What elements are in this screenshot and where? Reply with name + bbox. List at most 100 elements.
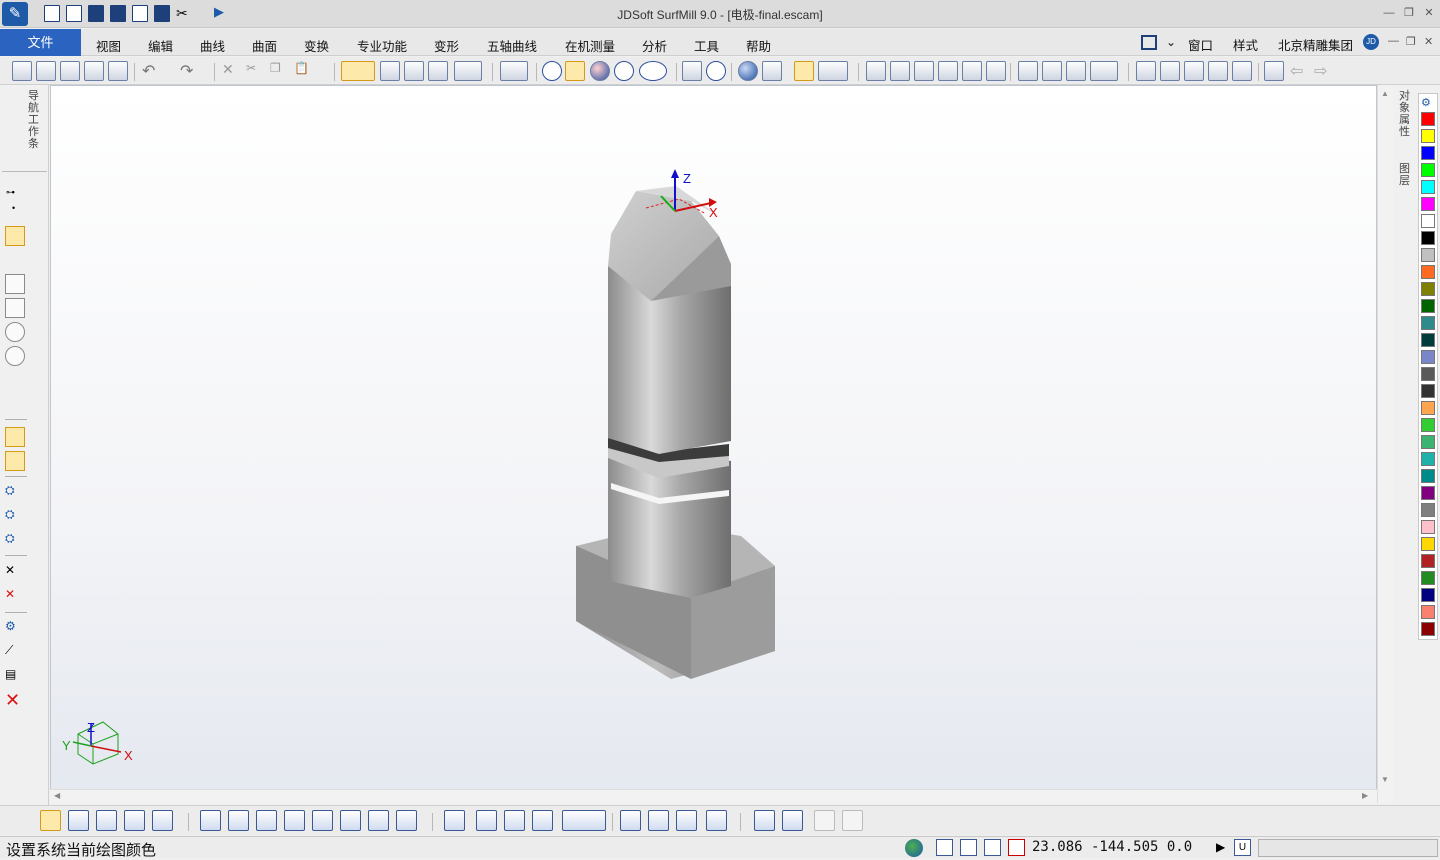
- curve-select-icon[interactable]: [124, 810, 145, 831]
- color-swatch-17[interactable]: [1421, 401, 1435, 415]
- delete-icon[interactable]: ✕: [222, 61, 242, 81]
- snap-grid-icon[interactable]: [5, 427, 25, 447]
- rotate-zoom-icon[interactable]: [1042, 61, 1062, 81]
- tools-icon[interactable]: ✂: [176, 5, 192, 22]
- dimension-icon[interactable]: [5, 370, 25, 390]
- layers-tab[interactable]: 图层: [1399, 163, 1413, 187]
- menu-file[interactable]: 文件: [0, 29, 81, 56]
- shaded-sphere-icon[interactable]: [565, 61, 585, 81]
- zoom-window-icon[interactable]: [866, 61, 886, 81]
- menu-window[interactable]: 窗口: [1188, 35, 1213, 54]
- hide-icon[interactable]: [1184, 61, 1204, 81]
- snap-toggle-icon[interactable]: [984, 839, 1001, 856]
- vertical-scrollbar[interactable]: ▲ ▼: [1377, 85, 1393, 803]
- menu-deform[interactable]: 变形: [434, 36, 459, 55]
- menu-curve[interactable]: 曲线: [200, 36, 225, 55]
- electrode-model[interactable]: [576, 186, 775, 679]
- zoom-in-icon[interactable]: [914, 61, 934, 81]
- object-grid-icon[interactable]: [706, 810, 727, 831]
- color-swatch-25[interactable]: [1421, 537, 1435, 551]
- color-swatch-1[interactable]: [1421, 129, 1435, 143]
- color-swatch-15[interactable]: [1421, 367, 1435, 381]
- color-swatch-23[interactable]: [1421, 503, 1435, 517]
- point-tool-icon[interactable]: ⊶: [6, 187, 15, 198]
- page-icon[interactable]: [936, 839, 953, 856]
- pick-mesh-icon[interactable]: [368, 810, 389, 831]
- pan-icon[interactable]: [1018, 61, 1038, 81]
- user-badge[interactable]: JD: [1363, 34, 1379, 50]
- pick-all-icon[interactable]: [396, 810, 417, 831]
- print-icon[interactable]: [132, 5, 148, 22]
- color-swatch-0[interactable]: [1421, 112, 1435, 126]
- surface-edit-icon[interactable]: ⛭: [5, 507, 25, 527]
- pick-surface-icon[interactable]: [256, 810, 277, 831]
- refresh-view-icon[interactable]: [1264, 61, 1284, 81]
- select-filter-icon[interactable]: [500, 61, 528, 81]
- menu-style[interactable]: 样式: [1233, 35, 1258, 54]
- silhouette-icon[interactable]: [706, 61, 726, 81]
- dot-icon[interactable]: •: [12, 203, 15, 213]
- menu-five-axis-curve[interactable]: 五轴曲线: [487, 36, 537, 55]
- mdi-restore-icon[interactable]: ❐: [1406, 35, 1416, 48]
- model-canvas[interactable]: Z X Z Y X: [51, 86, 1378, 804]
- surfmill-logo-icon[interactable]: ✎: [2, 2, 28, 26]
- zoom-selected-icon[interactable]: [986, 61, 1006, 81]
- filter-loop-icon[interactable]: [504, 810, 525, 831]
- mdi-minimize-icon[interactable]: —: [1388, 35, 1399, 47]
- filter-dropdown[interactable]: [562, 810, 606, 831]
- mdi-close-icon[interactable]: ✕: [1424, 35, 1433, 48]
- object-move-icon[interactable]: [676, 810, 697, 831]
- color-swatch-19[interactable]: [1421, 435, 1435, 449]
- previous-view-icon[interactable]: ⇦: [1290, 61, 1310, 81]
- show-icon[interactable]: [1208, 61, 1228, 81]
- color-swatch-10[interactable]: [1421, 282, 1435, 296]
- menu-help[interactable]: 帮助: [746, 36, 771, 55]
- pick-point-icon[interactable]: [200, 810, 221, 831]
- zoom-previous-icon[interactable]: [938, 61, 958, 81]
- save-icon[interactable]: [88, 5, 104, 22]
- next-view-icon[interactable]: ⇨: [1314, 61, 1334, 81]
- ortho-toggle-icon[interactable]: [1008, 839, 1025, 856]
- color-swatch-13[interactable]: [1421, 333, 1435, 347]
- measure-remove-icon[interactable]: ✕: [5, 587, 25, 607]
- palette-settings-icon[interactable]: ⚙: [1421, 96, 1435, 110]
- arc-tool-icon[interactable]: [5, 346, 25, 366]
- iso-view-icon[interactable]: [428, 61, 448, 81]
- save-icon[interactable]: [60, 61, 80, 81]
- unit-badge[interactable]: U: [1234, 839, 1251, 856]
- restore-icon[interactable]: ❐: [1400, 4, 1418, 22]
- ungroup-icon[interactable]: [782, 810, 803, 831]
- menu-onmachine-measure[interactable]: 在机测量: [565, 36, 615, 55]
- sync-icon[interactable]: [905, 839, 923, 857]
- color-swatch-3[interactable]: [1421, 163, 1435, 177]
- color-swatch-28[interactable]: [1421, 588, 1435, 602]
- print-icon[interactable]: [84, 61, 104, 81]
- menu-tools[interactable]: 工具: [694, 36, 719, 55]
- color-swatch-2[interactable]: [1421, 146, 1435, 160]
- color-swatch-9[interactable]: [1421, 265, 1435, 279]
- pick-group-icon[interactable]: [340, 810, 361, 831]
- run-icon[interactable]: ▶: [214, 4, 224, 20]
- region-select-icon[interactable]: [152, 810, 173, 831]
- object-transform-icon[interactable]: [648, 810, 669, 831]
- box-select-icon[interactable]: [68, 810, 89, 831]
- save-all-icon[interactable]: [154, 5, 170, 22]
- angle-line-icon[interactable]: [5, 250, 25, 270]
- paste-icon[interactable]: 📋: [294, 61, 314, 81]
- save-all-icon[interactable]: [108, 61, 128, 81]
- object-properties-tab[interactable]: 对象属性: [1399, 90, 1413, 138]
- grid-toggle-icon[interactable]: [960, 839, 977, 856]
- sphere-wire-icon[interactable]: [542, 61, 562, 81]
- select-arrow-icon[interactable]: [40, 810, 61, 831]
- filter-layer-icon[interactable]: [532, 810, 553, 831]
- menu-professional[interactable]: 专业功能: [357, 36, 407, 55]
- fullscreen-icon[interactable]: [1141, 35, 1157, 50]
- delete-red-icon[interactable]: ✕: [5, 691, 25, 711]
- save-as-icon[interactable]: [110, 5, 126, 22]
- link-icon[interactable]: ⟋: [5, 643, 25, 663]
- tool-path-icon[interactable]: ⚙: [5, 619, 25, 639]
- wireframe-cube-icon[interactable]: [380, 61, 400, 81]
- color-swatch-5[interactable]: [1421, 197, 1435, 211]
- copy-object-icon[interactable]: [620, 810, 641, 831]
- green-light-icon[interactable]: [1160, 61, 1180, 81]
